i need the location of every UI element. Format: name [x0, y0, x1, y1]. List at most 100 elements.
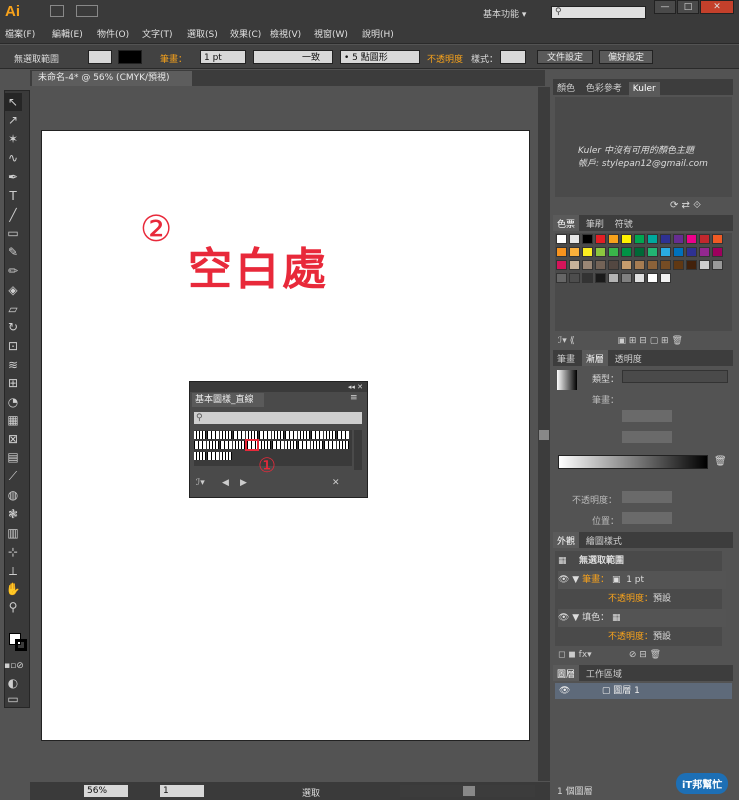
gradient-preview[interactable]	[557, 370, 577, 390]
rectangle-tool-icon[interactable]: ▭	[4, 224, 22, 242]
pattern-swatch-selected[interactable]	[245, 439, 259, 451]
color-swatch[interactable]	[582, 273, 593, 283]
delete-stop-icon[interactable]: 🗑	[714, 456, 727, 467]
pattern-swatch[interactable]	[298, 431, 310, 439]
magic-wand-tool-icon[interactable]: ✶	[4, 130, 22, 148]
tab-symbols[interactable]: 符號	[611, 215, 637, 231]
pattern-swatch[interactable]	[220, 452, 232, 460]
next-library-icon[interactable]: ▶	[240, 478, 247, 488]
pattern-swatch[interactable]	[259, 441, 271, 449]
menu-window[interactable]: 視窗(W)	[314, 27, 348, 40]
menu-object[interactable]: 物件(O)	[97, 27, 129, 40]
color-swatch[interactable]	[686, 260, 697, 270]
tab-brushes[interactable]: 筆刷	[582, 215, 608, 231]
pattern-swatch[interactable]	[259, 431, 271, 439]
symbol-sprayer-tool-icon[interactable]: ❃	[4, 505, 22, 523]
pattern-swatch[interactable]	[207, 452, 219, 460]
slice-tool-icon[interactable]: ⟂	[4, 562, 22, 580]
color-swatch[interactable]	[647, 234, 658, 244]
color-swatch[interactable]	[569, 273, 580, 283]
color-swatch[interactable]	[660, 247, 671, 257]
color-swatch[interactable]	[634, 234, 645, 244]
stroke-label[interactable]: 筆畫：	[160, 52, 187, 65]
gradient-tool-icon[interactable]: ▤	[4, 448, 22, 466]
color-swatch[interactable]	[660, 260, 671, 270]
tab-transparency[interactable]: 透明度	[611, 350, 646, 366]
pen-tool-icon[interactable]: ✒	[4, 168, 22, 186]
free-transform-tool-icon[interactable]: ⊞	[4, 374, 22, 392]
pattern-swatch[interactable]	[220, 431, 232, 439]
stroke-color-icon[interactable]	[15, 639, 27, 651]
pattern-swatch[interactable]	[285, 441, 297, 449]
kuler-refresh-icon[interactable]: ⟳ ⇄ ⟐	[670, 200, 701, 211]
tab-layers[interactable]: 圖層	[553, 665, 580, 681]
column-graph-tool-icon[interactable]: ▥	[4, 524, 22, 542]
color-swatch[interactable]	[660, 234, 671, 244]
prev-library-icon[interactable]: ◀	[222, 478, 229, 488]
tab-color[interactable]: 顏色	[553, 79, 579, 95]
mesh-tool-icon[interactable]: ⊠	[4, 430, 22, 448]
color-swatch[interactable]	[647, 260, 658, 270]
rotate-tool-icon[interactable]: ↻	[4, 318, 22, 336]
color-swatch[interactable]	[699, 234, 710, 244]
tab-kuler[interactable]: Kuler	[628, 82, 660, 98]
color-swatch[interactable]	[660, 273, 671, 283]
menu-view[interactable]: 檢視(V)	[270, 27, 301, 40]
pattern-swatch[interactable]	[233, 431, 245, 439]
color-swatch[interactable]	[621, 247, 632, 257]
pattern-panel-tab[interactable]: 基本圖樣_直線	[192, 393, 264, 407]
color-swatch[interactable]	[673, 234, 684, 244]
pattern-swatch[interactable]	[220, 441, 232, 449]
layer-row[interactable]: 👁 ▢ 圖層 1	[555, 683, 732, 699]
maximize-button[interactable]: □	[677, 0, 699, 14]
perspective-grid-tool-icon[interactable]: ▦	[4, 411, 22, 429]
tab-appearance[interactable]: 外觀	[553, 532, 580, 548]
pattern-swatch[interactable]	[285, 431, 297, 439]
color-swatch[interactable]	[556, 260, 567, 270]
preferences-button[interactable]: 偏好設定	[599, 50, 653, 64]
color-swatch[interactable]	[621, 234, 632, 244]
color-swatch[interactable]	[569, 247, 580, 257]
color-swatch[interactable]	[647, 247, 658, 257]
fill-swatch[interactable]	[88, 50, 112, 64]
search-input[interactable]: ⚲	[551, 6, 646, 19]
menu-help[interactable]: 說明(H)	[362, 27, 394, 40]
color-swatch[interactable]	[673, 260, 684, 270]
eraser-tool-icon[interactable]: ▱	[4, 300, 22, 318]
color-swatch[interactable]	[647, 273, 658, 283]
zoom-select[interactable]: 56%	[84, 785, 128, 797]
color-swatch[interactable]	[608, 260, 619, 270]
color-swatch[interactable]	[712, 234, 723, 244]
color-mode-icons[interactable]: ▪▫⊘	[4, 657, 24, 675]
pattern-swatch[interactable]	[337, 441, 349, 449]
tab-gradient[interactable]: 漸層	[581, 350, 608, 366]
appearance-fill-row[interactable]: 👁 ▼ 填色： ▦	[558, 609, 726, 627]
color-swatch[interactable]	[595, 247, 606, 257]
tab-color-guide[interactable]: 色彩參考	[582, 79, 626, 95]
color-swatch[interactable]	[634, 273, 645, 283]
color-swatch[interactable]	[582, 260, 593, 270]
color-swatch[interactable]	[712, 260, 723, 270]
paintbrush-tool-icon[interactable]: ✎	[4, 243, 22, 261]
appearance-opacity-row[interactable]: 不透明度：預設	[558, 590, 726, 608]
pattern-swatch[interactable]	[194, 452, 206, 460]
scroll-thumb[interactable]	[539, 430, 549, 440]
color-swatch[interactable]	[556, 247, 567, 257]
eyedropper-tool-icon[interactable]: ⟋	[4, 467, 22, 485]
pattern-swatch[interactable]	[207, 441, 219, 449]
gradient-opacity-input[interactable]	[622, 491, 672, 503]
pattern-swatch[interactable]	[324, 431, 336, 439]
color-swatch[interactable]	[582, 234, 593, 244]
color-swatch[interactable]	[608, 273, 619, 283]
line-tool-icon[interactable]: ╱	[4, 206, 22, 224]
pattern-swatch[interactable]	[194, 441, 206, 449]
style-select[interactable]	[500, 50, 526, 64]
menu-type[interactable]: 文字(T)	[142, 27, 173, 40]
menu-effect[interactable]: 效果(C)	[230, 27, 261, 40]
swatch-footer-icons[interactable]: ℐ▾ ⟪ ▣ ⊞ ⊟ ▢ ⊞ 🗑	[558, 336, 683, 346]
menu-edit[interactable]: 編輯(E)	[52, 27, 83, 40]
pattern-swatch[interactable]	[194, 431, 206, 439]
pattern-swatch[interactable]	[311, 431, 323, 439]
color-swatch[interactable]	[712, 247, 723, 257]
color-swatch[interactable]	[595, 260, 606, 270]
